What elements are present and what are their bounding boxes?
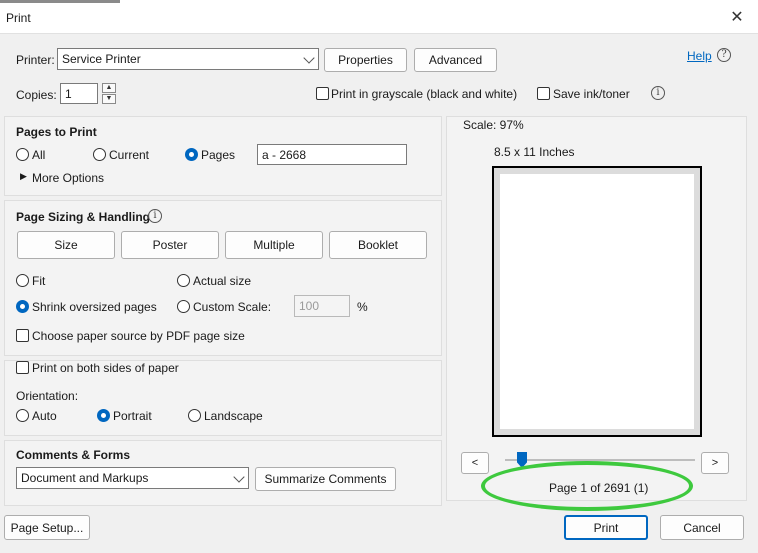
properties-button[interactable]: Properties: [324, 48, 407, 72]
printer-label: Printer:: [16, 53, 55, 67]
copies-increment-icon[interactable]: ▲: [102, 83, 116, 93]
orientation-auto-radio[interactable]: [16, 409, 29, 422]
copies-label: Copies:: [16, 88, 57, 102]
save-ink-label: Save ink/toner: [553, 87, 630, 101]
grayscale-label: Print in grayscale (black and white): [331, 87, 518, 101]
current-label: Current: [109, 148, 150, 162]
pages-radio[interactable]: [185, 148, 198, 161]
printer-select[interactable]: Service Printer: [57, 48, 319, 70]
custom-scale-radio[interactable]: [177, 300, 190, 313]
all-label: All: [32, 148, 46, 162]
tab-multiple[interactable]: Multiple: [225, 231, 323, 259]
actual-size-label: Actual size: [193, 274, 252, 288]
cancel-button[interactable]: Cancel: [660, 515, 744, 540]
pages-label: Pages: [201, 148, 236, 162]
orientation-label: Orientation:: [16, 389, 79, 403]
all-radio[interactable]: [16, 148, 29, 161]
print-button[interactable]: Print: [564, 515, 648, 540]
page-sizing-title: Page Sizing & Handling: [16, 210, 151, 224]
summarize-comments-button[interactable]: Summarize Comments: [255, 467, 396, 491]
tab-booklet[interactable]: Booklet: [329, 231, 427, 259]
current-radio[interactable]: [93, 148, 106, 161]
shrink-oversized-label: Shrink oversized pages: [32, 300, 157, 314]
chevron-down-icon: [233, 471, 245, 483]
orientation-portrait-label: Portrait: [113, 409, 152, 423]
help-link[interactable]: Help: [687, 49, 712, 63]
comments-select[interactable]: Document and Markups: [16, 467, 249, 489]
custom-scale-label: Custom Scale:: [193, 300, 272, 314]
page-preview-sheet: [500, 174, 694, 429]
title-bar: Print ✕: [0, 3, 758, 33]
page-preview: [492, 166, 702, 437]
advanced-button[interactable]: Advanced: [414, 48, 497, 72]
tab-poster[interactable]: Poster: [121, 231, 219, 259]
both-sides-label: Print on both sides of paper: [32, 361, 179, 375]
expand-triangle-icon[interactable]: ▶: [20, 171, 27, 182]
info-icon[interactable]: i: [651, 86, 665, 100]
grayscale-checkbox[interactable]: [316, 87, 329, 100]
chevron-down-icon: [303, 52, 315, 64]
scale-text: Scale: 97%: [463, 118, 524, 132]
paper-size-text: 8.5 x 11 Inches: [494, 145, 575, 159]
fit-radio[interactable]: [16, 274, 29, 287]
orientation-portrait-radio[interactable]: [97, 409, 110, 422]
next-page-button[interactable]: >: [701, 452, 729, 474]
both-sides-checkbox[interactable]: [16, 361, 29, 374]
page-info-text: Page 1 of 2691 (1): [549, 481, 649, 495]
orientation-landscape-label: Landscape: [204, 409, 263, 423]
comments-forms-title: Comments & Forms: [16, 448, 131, 462]
page-setup-button[interactable]: Page Setup...: [4, 515, 90, 540]
tab-size[interactable]: Size: [17, 231, 115, 259]
sizing-info-icon[interactable]: i: [148, 209, 162, 223]
fit-label: Fit: [32, 274, 46, 288]
actual-size-radio[interactable]: [177, 274, 190, 287]
paper-source-checkbox[interactable]: [16, 329, 29, 342]
previous-page-button[interactable]: <: [461, 452, 489, 474]
copies-decrement-icon[interactable]: ▼: [102, 94, 116, 104]
orientation-auto-label: Auto: [32, 409, 57, 423]
shrink-oversized-radio[interactable]: [16, 300, 29, 313]
more-options-toggle[interactable]: More Options: [32, 171, 104, 185]
custom-scale-input[interactable]: 100: [294, 295, 350, 317]
percent-label: %: [357, 300, 368, 314]
close-icon[interactable]: ✕: [728, 9, 746, 27]
pages-range-input[interactable]: a - 2668: [257, 144, 407, 165]
help-question-icon[interactable]: ?: [717, 48, 731, 62]
window-title: Print: [6, 11, 31, 25]
paper-source-label: Choose paper source by PDF page size: [32, 329, 245, 343]
save-ink-checkbox[interactable]: [537, 87, 550, 100]
orientation-landscape-radio[interactable]: [188, 409, 201, 422]
comments-select-value: Document and Markups: [21, 471, 149, 485]
pages-to-print-title: Pages to Print: [16, 125, 97, 139]
copies-input[interactable]: 1: [60, 83, 98, 104]
printer-select-value: Service Printer: [62, 52, 141, 66]
